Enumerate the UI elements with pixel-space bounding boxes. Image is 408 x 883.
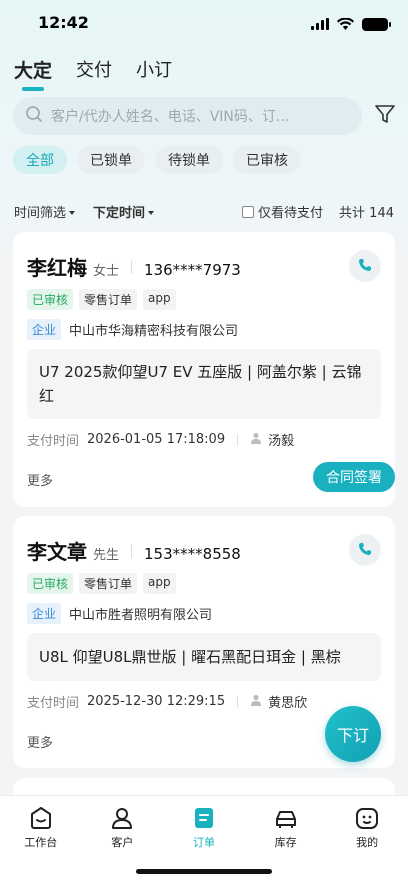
tab-inventory-label: 库存	[274, 836, 297, 849]
tab-customer-label: 客户	[111, 836, 134, 849]
person-icon	[250, 694, 262, 710]
tab-profile-label: 我的	[356, 836, 379, 849]
company-badge: 企业	[27, 603, 62, 624]
order-icon	[194, 808, 213, 828]
sort-dropdown[interactable]: 下定时间	[93, 202, 155, 221]
customer-row: 李红梅 女士 136****7973	[27, 252, 241, 281]
phone-icon	[358, 541, 372, 560]
filter-bar: 时间筛选 下定时间 仅看待支付 共计 144	[0, 198, 408, 224]
status-bar: 12:42	[0, 0, 408, 46]
pay-time-label: 支付时间	[27, 434, 80, 449]
status-icons	[311, 15, 391, 34]
divider	[131, 543, 133, 558]
more-button[interactable]: 更多	[27, 732, 53, 751]
company-row: 企业 中山市华海精密科技有限公司	[27, 319, 238, 340]
search-input[interactable]: 客户/代办人姓名、电话、VIN码、订...	[13, 97, 362, 135]
order-type-tabs: 大定 交付 小订	[14, 56, 172, 91]
call-button[interactable]	[349, 250, 381, 282]
company-name: 中山市华海精密科技有限公司	[69, 324, 239, 339]
tab-delivery[interactable]: 交付	[76, 56, 112, 83]
pay-time-value: 2025-12-30 12:29:15	[87, 694, 226, 709]
pay-row: 支付时间 2026-01-05 17:18:09 汤毅	[27, 430, 294, 449]
chip-approved[interactable]: 已审核	[233, 146, 301, 174]
sort-label: 下定时间	[93, 205, 146, 221]
tab-workbench-label: 工作台	[24, 836, 58, 849]
tab-profile[interactable]: 我的	[326, 796, 408, 883]
company-name: 中山市胜者照明有限公司	[69, 608, 213, 623]
phone-icon	[358, 257, 372, 276]
tab-small-order[interactable]: 小订	[136, 56, 172, 83]
order-type-badge: 零售订单	[79, 289, 138, 310]
signal-icon	[311, 15, 329, 34]
chip-all[interactable]: 全部	[13, 146, 67, 174]
search-row: 客户/代办人姓名、电话、VIN码、订...	[13, 97, 396, 135]
divider	[237, 695, 239, 708]
status-badge: 已审核	[27, 573, 74, 594]
tag-row: 已审核 零售订单 app	[27, 289, 176, 310]
status-badge: 已审核	[27, 289, 74, 310]
pending-only-checkbox[interactable]: 仅看待支付	[242, 202, 323, 221]
contract-sign-button[interactable]: 合同签署	[313, 462, 395, 492]
customer-icon	[112, 808, 133, 829]
customer-phone: 153****8558	[144, 545, 241, 563]
battery-icon	[362, 18, 391, 31]
new-order-button[interactable]: 下订	[325, 706, 381, 762]
profile-icon	[356, 808, 379, 829]
status-time: 12:42	[38, 13, 89, 32]
sales-person: 汤毅	[268, 434, 295, 449]
customer-name: 李红梅	[27, 256, 87, 280]
source-badge: app	[143, 289, 176, 310]
total-count: 共计 144	[339, 205, 394, 221]
order-type-badge: 零售订单	[79, 573, 138, 594]
tab-workbench[interactable]: 工作台	[0, 796, 82, 883]
pay-time-value: 2026-01-05 17:18:09	[87, 432, 226, 447]
sales-person: 黄思欣	[268, 696, 308, 711]
company-row: 企业 中山市胜者照明有限公司	[27, 603, 212, 624]
tab-deposit[interactable]: 大定	[14, 56, 52, 91]
caret-down-icon	[69, 211, 76, 215]
customer-row: 李文章 先生 153****8558	[27, 536, 241, 565]
search-placeholder: 客户/代办人姓名、电话、VIN码、订...	[51, 109, 290, 125]
chip-locked[interactable]: 已锁单	[77, 146, 145, 174]
workbench-icon	[30, 807, 51, 829]
pay-row: 支付时间 2025-12-30 12:29:15 黄思欣	[27, 692, 307, 711]
time-filter-label: 时间筛选	[14, 205, 67, 221]
vehicle-info: U7 2025款仰望U7 EV 五座版 | 阿盖尔紫 | 云锦红	[27, 349, 381, 419]
pending-only-label: 仅看待支付	[258, 205, 324, 221]
person-icon	[250, 432, 262, 448]
divider	[237, 433, 239, 446]
customer-phone: 136****7973	[144, 261, 241, 279]
divider	[131, 259, 133, 274]
customer-name: 李文章	[27, 540, 87, 564]
time-filter-dropdown[interactable]: 时间筛选	[14, 202, 76, 221]
filter-icon[interactable]	[374, 103, 396, 129]
chip-pending-lock[interactable]: 待锁单	[155, 146, 223, 174]
more-button[interactable]: 更多	[27, 470, 53, 489]
call-button[interactable]	[349, 534, 381, 566]
caret-down-icon	[148, 211, 155, 215]
tag-row: 已审核 零售订单 app	[27, 573, 176, 594]
source-badge: app	[143, 573, 176, 594]
pay-time-label: 支付时间	[27, 696, 80, 711]
customer-title: 先生	[93, 548, 120, 563]
search-icon	[25, 105, 43, 127]
customer-title: 女士	[93, 264, 120, 279]
inventory-car-icon	[275, 811, 296, 828]
order-card[interactable]: 李红梅 女士 136****7973 已审核 零售订单 app 企业 中山市华海…	[13, 232, 395, 507]
home-indicator	[136, 869, 272, 874]
vehicle-info: U8L 仰望U8L鼎世版 | 曜石黑配日珥金 | 黑棕	[27, 633, 381, 681]
company-badge: 企业	[27, 319, 62, 340]
checkbox-icon	[242, 205, 255, 218]
tab-order-label: 订单	[192, 836, 215, 849]
wifi-icon	[337, 15, 354, 34]
status-chips: 全部 已锁单 待锁单 已审核	[13, 146, 301, 174]
